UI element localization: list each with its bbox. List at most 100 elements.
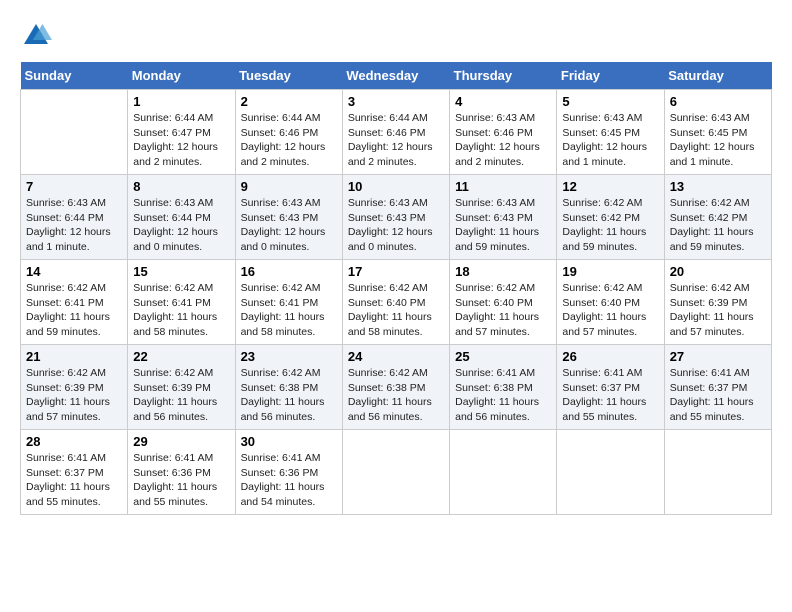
calendar-cell: 8 Sunrise: 6:43 AM Sunset: 6:44 PM Daylig…: [128, 175, 235, 260]
day-info: Sunrise: 6:42 AM Sunset: 6:41 PM Dayligh…: [133, 281, 229, 340]
calendar-cell: 18 Sunrise: 6:42 AM Sunset: 6:40 PM Dayli…: [450, 260, 557, 345]
day-info: Sunrise: 6:41 AM Sunset: 6:37 PM Dayligh…: [670, 366, 766, 425]
calendar-cell: 30 Sunrise: 6:41 AM Sunset: 6:36 PM Dayli…: [235, 430, 342, 515]
day-number: 18: [455, 264, 551, 279]
day-number: 1: [133, 94, 229, 109]
calendar-cell: [450, 430, 557, 515]
day-info: Sunrise: 6:41 AM Sunset: 6:36 PM Dayligh…: [241, 451, 337, 510]
day-info: Sunrise: 6:41 AM Sunset: 6:37 PM Dayligh…: [562, 366, 658, 425]
logo-icon: [20, 20, 52, 52]
calendar-table: SundayMondayTuesdayWednesdayThursdayFrid…: [20, 62, 772, 515]
day-number: 12: [562, 179, 658, 194]
calendar-cell: 16 Sunrise: 6:42 AM Sunset: 6:41 PM Dayli…: [235, 260, 342, 345]
calendar-cell: 7Sunrise: 6:43 AM Sunset: 6:44 PM Daylig…: [21, 175, 128, 260]
day-number: 30: [241, 434, 337, 449]
calendar-week-row: 28Sunrise: 6:41 AM Sunset: 6:37 PM Dayli…: [21, 430, 772, 515]
day-info: Sunrise: 6:42 AM Sunset: 6:42 PM Dayligh…: [670, 196, 766, 255]
calendar-header-wednesday: Wednesday: [342, 62, 449, 90]
day-number: 11: [455, 179, 551, 194]
day-number: 9: [241, 179, 337, 194]
page-header: [20, 20, 772, 52]
calendar-cell: [342, 430, 449, 515]
day-number: 13: [670, 179, 766, 194]
calendar-header-monday: Monday: [128, 62, 235, 90]
calendar-cell: [21, 90, 128, 175]
calendar-header-tuesday: Tuesday: [235, 62, 342, 90]
calendar-week-row: 21Sunrise: 6:42 AM Sunset: 6:39 PM Dayli…: [21, 345, 772, 430]
calendar-header-friday: Friday: [557, 62, 664, 90]
calendar-cell: 5 Sunrise: 6:43 AM Sunset: 6:45 PM Daylig…: [557, 90, 664, 175]
day-info: Sunrise: 6:43 AM Sunset: 6:46 PM Dayligh…: [455, 111, 551, 170]
calendar-cell: 22 Sunrise: 6:42 AM Sunset: 6:39 PM Dayli…: [128, 345, 235, 430]
calendar-cell: 4 Sunrise: 6:43 AM Sunset: 6:46 PM Daylig…: [450, 90, 557, 175]
calendar-cell: [557, 430, 664, 515]
calendar-header-row: SundayMondayTuesdayWednesdayThursdayFrid…: [21, 62, 772, 90]
calendar-cell: 21Sunrise: 6:42 AM Sunset: 6:39 PM Dayli…: [21, 345, 128, 430]
day-number: 15: [133, 264, 229, 279]
calendar-header-sunday: Sunday: [21, 62, 128, 90]
calendar-cell: 24Sunrise: 6:42 AM Sunset: 6:38 PM Dayli…: [342, 345, 449, 430]
calendar-cell: 13 Sunrise: 6:42 AM Sunset: 6:42 PM Dayli…: [664, 175, 771, 260]
day-info: Sunrise: 6:42 AM Sunset: 6:41 PM Dayligh…: [241, 281, 337, 340]
day-number: 17: [348, 264, 444, 279]
day-number: 14: [26, 264, 122, 279]
day-number: 27: [670, 349, 766, 364]
day-number: 29: [133, 434, 229, 449]
calendar-cell: 29 Sunrise: 6:41 AM Sunset: 6:36 PM Dayli…: [128, 430, 235, 515]
calendar-cell: 2 Sunrise: 6:44 AM Sunset: 6:46 PM Daylig…: [235, 90, 342, 175]
day-number: 16: [241, 264, 337, 279]
calendar-cell: 11 Sunrise: 6:43 AM Sunset: 6:43 PM Dayli…: [450, 175, 557, 260]
day-info: Sunrise: 6:43 AM Sunset: 6:43 PM Dayligh…: [348, 196, 444, 255]
calendar-cell: 23 Sunrise: 6:42 AM Sunset: 6:38 PM Dayli…: [235, 345, 342, 430]
day-info: Sunrise: 6:41 AM Sunset: 6:37 PM Dayligh…: [26, 451, 122, 510]
calendar-cell: 27 Sunrise: 6:41 AM Sunset: 6:37 PM Dayli…: [664, 345, 771, 430]
calendar-cell: 20Sunrise: 6:42 AM Sunset: 6:39 PM Dayli…: [664, 260, 771, 345]
day-info: Sunrise: 6:42 AM Sunset: 6:41 PM Dayligh…: [26, 281, 122, 340]
day-info: Sunrise: 6:43 AM Sunset: 6:45 PM Dayligh…: [670, 111, 766, 170]
calendar-cell: 9Sunrise: 6:43 AM Sunset: 6:43 PM Daylig…: [235, 175, 342, 260]
day-number: 10: [348, 179, 444, 194]
day-info: Sunrise: 6:43 AM Sunset: 6:44 PM Dayligh…: [133, 196, 229, 255]
calendar-body: 1Sunrise: 6:44 AM Sunset: 6:47 PM Daylig…: [21, 90, 772, 515]
day-info: Sunrise: 6:41 AM Sunset: 6:38 PM Dayligh…: [455, 366, 551, 425]
day-info: Sunrise: 6:42 AM Sunset: 6:39 PM Dayligh…: [670, 281, 766, 340]
day-number: 3: [348, 94, 444, 109]
calendar-header-saturday: Saturday: [664, 62, 771, 90]
day-number: 2: [241, 94, 337, 109]
day-number: 22: [133, 349, 229, 364]
calendar-cell: 15 Sunrise: 6:42 AM Sunset: 6:41 PM Dayli…: [128, 260, 235, 345]
calendar-cell: 28Sunrise: 6:41 AM Sunset: 6:37 PM Dayli…: [21, 430, 128, 515]
day-info: Sunrise: 6:42 AM Sunset: 6:40 PM Dayligh…: [348, 281, 444, 340]
day-info: Sunrise: 6:41 AM Sunset: 6:36 PM Dayligh…: [133, 451, 229, 510]
day-info: Sunrise: 6:42 AM Sunset: 6:40 PM Dayligh…: [455, 281, 551, 340]
calendar-cell: 10 Sunrise: 6:43 AM Sunset: 6:43 PM Dayli…: [342, 175, 449, 260]
day-info: Sunrise: 6:43 AM Sunset: 6:45 PM Dayligh…: [562, 111, 658, 170]
calendar-cell: 6 Sunrise: 6:43 AM Sunset: 6:45 PM Daylig…: [664, 90, 771, 175]
calendar-cell: 25Sunrise: 6:41 AM Sunset: 6:38 PM Dayli…: [450, 345, 557, 430]
calendar-cell: 19Sunrise: 6:42 AM Sunset: 6:40 PM Dayli…: [557, 260, 664, 345]
calendar-cell: 26 Sunrise: 6:41 AM Sunset: 6:37 PM Dayli…: [557, 345, 664, 430]
calendar-cell: 12Sunrise: 6:42 AM Sunset: 6:42 PM Dayli…: [557, 175, 664, 260]
day-number: 26: [562, 349, 658, 364]
day-info: Sunrise: 6:44 AM Sunset: 6:46 PM Dayligh…: [241, 111, 337, 170]
calendar-cell: 14 Sunrise: 6:42 AM Sunset: 6:41 PM Dayli…: [21, 260, 128, 345]
calendar-cell: 1Sunrise: 6:44 AM Sunset: 6:47 PM Daylig…: [128, 90, 235, 175]
day-number: 23: [241, 349, 337, 364]
calendar-cell: 3Sunrise: 6:44 AM Sunset: 6:46 PM Daylig…: [342, 90, 449, 175]
logo: [20, 20, 56, 52]
calendar-week-row: 7Sunrise: 6:43 AM Sunset: 6:44 PM Daylig…: [21, 175, 772, 260]
day-number: 6: [670, 94, 766, 109]
day-number: 8: [133, 179, 229, 194]
day-number: 5: [562, 94, 658, 109]
day-number: 4: [455, 94, 551, 109]
day-number: 19: [562, 264, 658, 279]
day-info: Sunrise: 6:43 AM Sunset: 6:43 PM Dayligh…: [455, 196, 551, 255]
calendar-header-thursday: Thursday: [450, 62, 557, 90]
day-info: Sunrise: 6:42 AM Sunset: 6:39 PM Dayligh…: [26, 366, 122, 425]
day-info: Sunrise: 6:42 AM Sunset: 6:38 PM Dayligh…: [241, 366, 337, 425]
calendar-week-row: 1Sunrise: 6:44 AM Sunset: 6:47 PM Daylig…: [21, 90, 772, 175]
calendar-cell: [664, 430, 771, 515]
day-info: Sunrise: 6:42 AM Sunset: 6:39 PM Dayligh…: [133, 366, 229, 425]
calendar-week-row: 14 Sunrise: 6:42 AM Sunset: 6:41 PM Dayli…: [21, 260, 772, 345]
day-number: 24: [348, 349, 444, 364]
